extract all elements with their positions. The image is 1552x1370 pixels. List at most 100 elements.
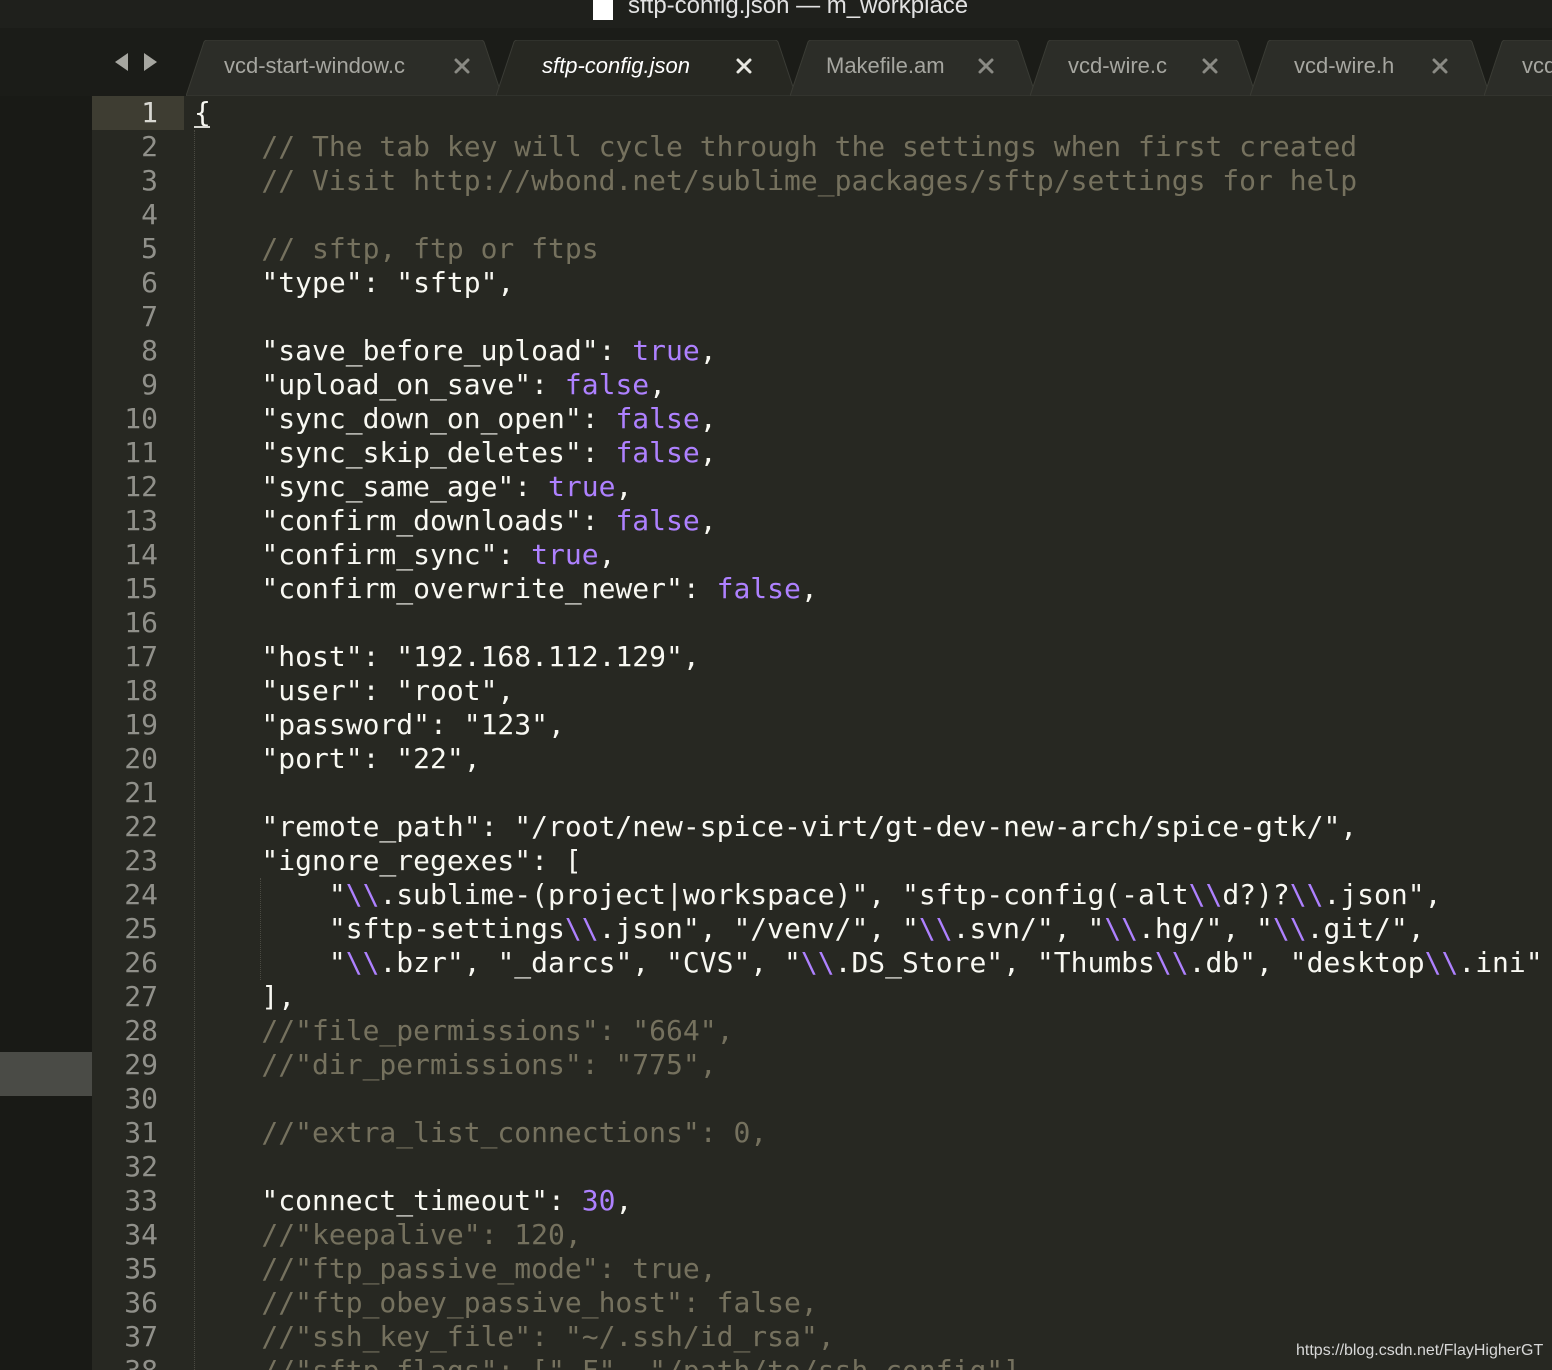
code-token: , — [649, 368, 667, 401]
code-line: //"sftp_flags": ["-F", "/path/to/ssh_con… — [194, 1354, 1036, 1370]
close-icon[interactable] — [1198, 54, 1222, 78]
sidebar — [0, 96, 92, 1370]
code-line: //"ftp_obey_passive_host": false, — [194, 1286, 817, 1320]
code-token: \\ — [800, 946, 835, 979]
line-number: 1 — [141, 96, 158, 129]
line-number: 35 — [124, 1252, 158, 1285]
code-token: "upload_on_save": — [194, 368, 565, 401]
code-line: "confirm_downloads": false, — [194, 504, 717, 538]
code-token: // sftp, ftp or ftps — [194, 232, 599, 265]
tab-navigation — [112, 50, 162, 74]
code-token: "sync_down_on_open": — [194, 402, 616, 435]
code-line: "password": "123", — [194, 708, 564, 742]
line-number: 31 — [124, 1116, 158, 1149]
code-token: " — [194, 946, 346, 979]
code-token: .ini" — [1458, 946, 1543, 979]
code-token: // Visit http://wbond.net/sublime_packag… — [194, 164, 1358, 197]
code-token: .svn/", " — [952, 912, 1105, 945]
code-token: "sftp-settings — [194, 912, 565, 945]
code-token: "port": "22", — [194, 742, 481, 775]
code-line: "type": "sftp", — [194, 266, 514, 300]
code-token: , — [615, 470, 633, 503]
code-token: //"file_permissions": "664", — [194, 1014, 734, 1047]
close-icon[interactable] — [450, 54, 474, 78]
code-token: d?)? — [1222, 878, 1290, 911]
chevron-right-icon[interactable] — [140, 50, 160, 74]
line-number: 28 — [124, 1014, 158, 1047]
line-number: 23 — [124, 844, 158, 877]
code-line: // sftp, ftp or ftps — [194, 232, 599, 266]
tab-label: vcd-wire.h — [1294, 53, 1395, 78]
tab-2[interactable]: sftp-config.json — [496, 40, 796, 96]
code-token: "type": "sftp", — [194, 266, 515, 299]
tab-5[interactable]: vcd-wire.h — [1250, 40, 1490, 96]
chevron-left-icon[interactable] — [112, 50, 132, 74]
line-number: 37 — [124, 1320, 158, 1353]
watermark: https://blog.csdn.net/FlayHigherGT — [1296, 1342, 1544, 1359]
line-number: 14 — [124, 538, 158, 571]
code-token: "host": "192.168.112.129", — [194, 640, 700, 673]
code-token: \\ — [1272, 912, 1307, 945]
code-line: //"extra_list_connections": 0, — [194, 1116, 767, 1150]
code-token: " — [194, 878, 346, 911]
code-line: "\\.bzr", "_darcs", "CVS", "\\.DS_Store"… — [194, 946, 1543, 980]
code-line: "\\.sublime-(project|workspace)", "sftp-… — [194, 878, 1442, 912]
line-number: 36 — [124, 1286, 158, 1319]
code-token: "connect_timeout": — [194, 1184, 582, 1217]
code-token: true — [531, 538, 599, 571]
code-token: false — [615, 436, 700, 469]
close-icon[interactable] — [732, 54, 756, 78]
code-token: \\ — [918, 912, 953, 945]
code-token: //"ftp_passive_mode": true, — [194, 1252, 717, 1285]
tab-3[interactable]: Makefile.am — [790, 40, 1036, 96]
tab-4[interactable]: vcd-wire.c — [1030, 40, 1256, 96]
code-line: "save_before_upload": true, — [194, 334, 717, 368]
code-token: "save_before_upload": — [194, 334, 633, 367]
close-icon[interactable] — [1428, 54, 1452, 78]
code-line: //"keepalive": 120, — [194, 1218, 582, 1252]
tab-label: sftp-config.json — [542, 53, 690, 78]
code-line: "connect_timeout": 30, — [194, 1184, 632, 1218]
code-line: "sync_skip_deletes": false, — [194, 436, 716, 470]
code-token: , — [699, 504, 717, 537]
line-number: 24 — [124, 878, 158, 911]
close-icon[interactable] — [974, 54, 998, 78]
tab-label: vcd-start-window.c — [224, 53, 405, 78]
line-number: 19 — [124, 708, 158, 741]
code-token: ], — [194, 980, 296, 1013]
code-token: "sync_same_age": — [194, 470, 549, 503]
line-number: 21 — [124, 776, 158, 809]
code-line: //"dir_permissions": "775", — [194, 1048, 717, 1082]
tab-bar: vcd-start-window.c sftp-config.json Makefi… — [0, 28, 1552, 96]
code-line: "remote_path": "/root/new-spice-virt/gt-… — [194, 810, 1357, 844]
code-editor[interactable]: 1 2 3 4 5 6 7 8 9 10 11 12 13 14 15 16 17 18 19 20 21 22 23 24 2… — [92, 96, 1552, 1370]
code-token: "sync_skip_deletes": — [194, 436, 616, 469]
code-token: //"sftp_flags": ["-F", "/path/to/ssh_con… — [194, 1354, 1036, 1370]
code-line: "confirm_overwrite_newer": false, — [194, 572, 817, 606]
code-token: //"dir_permissions": "775", — [194, 1048, 717, 1081]
code-line: "user": "root", — [194, 674, 514, 708]
line-number-gutter: 1 2 3 4 5 6 7 8 9 10 11 12 13 14 15 16 17 18 19 20 21 22 23 24 2… — [92, 96, 184, 1370]
tab-1[interactable]: vcd-start-window.c — [186, 40, 502, 96]
line-number: 16 — [124, 606, 158, 639]
code-token: .bzr", "_darcs", "CVS", " — [379, 946, 801, 979]
code-line: "ignore_regexes": [ — [194, 844, 581, 878]
bracket-match-underline — [194, 126, 210, 128]
code-area[interactable]: { // The tab key will cycle through the … — [194, 96, 1550, 1370]
tab-6[interactable]: vcd — [1484, 40, 1552, 96]
code-token: , — [699, 334, 717, 367]
window-title: sftp-config.json — m_workplace — [628, 0, 969, 19]
code-token: .DS_Store", "Thumbs — [834, 946, 1155, 979]
code-token: \\ — [345, 878, 380, 911]
code-line: //"ftp_passive_mode": true, — [194, 1252, 717, 1286]
code-token: .json", "/venv/", " — [598, 912, 919, 945]
code-token: //"keepalive": 120, — [194, 1218, 582, 1251]
code-token: \\ — [1188, 878, 1223, 911]
code-token: // The tab key will cycle through the se… — [194, 130, 1358, 163]
code-line: //"file_permissions": "664", — [194, 1014, 733, 1048]
tab-label: vcd — [1522, 53, 1552, 78]
code-token: //"ssh_key_file": "~/.ssh/id_rsa", — [194, 1320, 835, 1353]
line-number: 6 — [141, 266, 158, 299]
tab-label: vcd-wire.c — [1068, 53, 1168, 78]
line-number: 33 — [124, 1184, 158, 1217]
